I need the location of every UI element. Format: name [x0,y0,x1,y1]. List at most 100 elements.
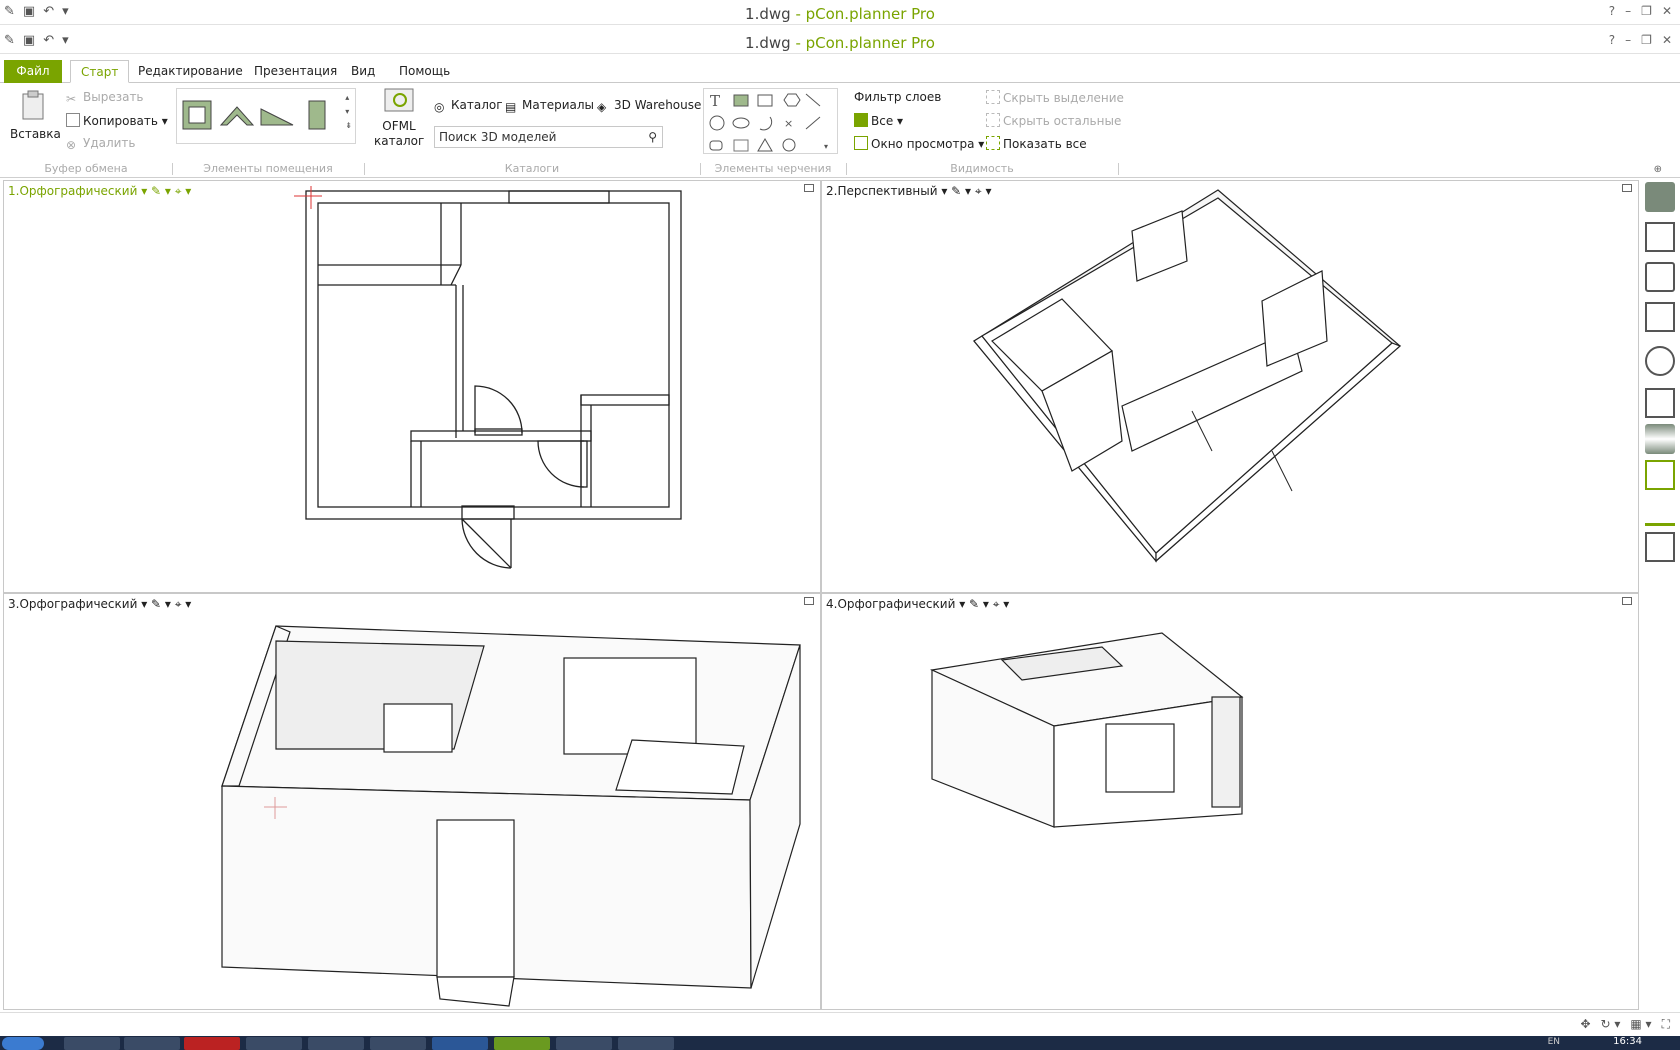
viewport-2[interactable]: 2.Перспективный ▾ ✎ ▾ ⌖ ▾ [821,180,1639,593]
layer-filter-select[interactable]: Все ▾ [854,113,903,128]
room-icon[interactable] [179,95,215,135]
maximize-viewport-icon[interactable] [804,184,814,192]
language-indicator[interactable]: EN [1548,1037,1560,1047]
maximize-viewport-icon[interactable] [804,597,814,605]
gallery-scroll[interactable]: ▴ ▾ ⇟ [345,91,352,133]
minimize-button[interactable]: – [1625,33,1631,47]
materials-label: Материалы [522,98,594,112]
help-button[interactable]: ? [1609,4,1615,18]
visibility-group: Фильтр слоев Все ▾ Окно просмотра ▾ Скры… [846,83,1124,178]
warehouse-button[interactable]: ◈ 3D Warehouse [597,98,701,114]
search-icon[interactable]: ⚲ [648,127,657,147]
move-icon[interactable]: ✥ [1580,1017,1590,1032]
scissors-icon: ✂ [66,92,77,106]
close-button[interactable]: ✕ [1662,33,1672,47]
viewport-4-label[interactable]: 4.Орфографический ▾ ✎ ▾ ⌖ ▾ [826,597,1009,612]
svg-text:T: T [710,92,720,110]
delete-label: Удалить [83,136,136,150]
room-elements-group: ▴ ▾ ⇟ Элементы помещения [172,83,364,178]
room-elements-gallery[interactable]: ▴ ▾ ⇟ [176,88,356,144]
taskbar-app[interactable] [64,1037,120,1050]
title-bar: ✎ ▣ ↶ ▾ 1.dwg - pCon.planner Pro ? – ❐ ✕ [0,29,1680,54]
copy-button[interactable]: Копировать ▾ [66,113,168,128]
tab-view[interactable]: Вид [341,60,385,83]
door-icon[interactable] [299,95,335,135]
tab-start[interactable]: Старт [70,60,130,83]
hide-selection-label: Скрыть выделение [1003,91,1124,105]
delete-icon: ⊗ [66,138,77,152]
grid-tool-icon[interactable] [1645,532,1675,562]
web-search-icon[interactable] [1645,346,1675,376]
search-3d-models-input[interactable]: Поиск 3D моделей ⚲ [434,126,663,148]
taskbar-app[interactable] [432,1037,488,1050]
show-all-button[interactable]: Показать все [986,136,1087,151]
ofml-catalog-button[interactable]: OFML каталог [374,87,424,149]
delete-button[interactable]: ⊗ Удалить [66,136,136,152]
list-icon[interactable] [1645,302,1675,332]
restore-button[interactable]: ❐ [1641,4,1652,18]
tools-icon[interactable] [1645,182,1675,212]
fullscreen-icon[interactable]: ⛶ [1662,1017,1670,1032]
layers-icon[interactable] [1645,424,1675,454]
materials-icon: ▤ [505,100,517,114]
clipboard-icon [22,90,44,120]
viewport-window-button[interactable]: Окно просмотра ▾ [854,136,984,151]
right-toolbar [1640,178,1680,1028]
hide-selection-button[interactable]: Скрыть выделение [986,90,1124,105]
taskbar-app[interactable] [246,1037,302,1050]
viewport-2-label[interactable]: 2.Перспективный ▾ ✎ ▾ ⌖ ▾ [826,184,992,199]
tab-edit[interactable]: Редактирование [128,60,253,83]
paste-label: Вставка [10,127,61,141]
orthographic-view-3 [221,625,801,1007]
drawing-shapes-gallery[interactable]: T × ▾ [703,88,838,154]
catalog-search-icon[interactable] [1645,222,1675,252]
rotate-icon[interactable]: ↻ ▾ [1601,1017,1621,1032]
layout-grid-icon[interactable]: ▦ ▾ [1630,1017,1651,1032]
tab-presentation[interactable]: Презентация [244,60,347,83]
tab-help[interactable]: Помощь [389,60,460,83]
taskbar-app[interactable] [370,1037,426,1050]
search-placeholder: Поиск 3D моделей [439,130,557,144]
cut-label: Вырезать [83,90,144,104]
hide-others-icon [986,113,1000,127]
cut-button[interactable]: ✂ Вырезать [66,90,144,106]
materials-button[interactable]: ▤ Материалы [505,98,594,114]
close-button[interactable]: ✕ [1662,4,1672,18]
taskbar-app[interactable] [556,1037,612,1050]
viewport-4[interactable]: 4.Орфографический ▾ ✎ ▾ ⌖ ▾ [821,593,1639,1010]
box-icon[interactable] [1645,388,1675,418]
ofml-catalog-icon [384,88,414,112]
copy-label: Копировать [83,114,158,128]
paste-button[interactable]: Вставка [10,89,61,141]
maximize-viewport-icon[interactable] [1622,184,1632,192]
settings-icon[interactable] [1645,460,1675,490]
pen-icon[interactable] [1645,496,1675,526]
minimize-button[interactable]: – [1625,4,1631,18]
clock[interactable]: 16:34 [1613,1036,1642,1047]
taskbar-app[interactable] [124,1037,180,1050]
viewport-1[interactable]: 1.Орфографический ▾ ✎ ▾ ⌖ ▾ [3,180,821,593]
viewport-1-label[interactable]: 1.Орфографический ▾ ✎ ▾ ⌖ ▾ [8,184,191,199]
copy-icon [66,113,80,127]
slope-icon[interactable] [259,95,295,135]
taskbar-app[interactable] [308,1037,364,1050]
maximize-viewport-icon[interactable] [1622,597,1632,605]
hide-others-button[interactable]: Скрыть остальные [986,113,1121,128]
roof-icon[interactable] [219,95,255,135]
collapse-ribbon-icon[interactable]: ⊕ [1654,164,1662,175]
tab-file[interactable]: Файл [4,60,62,83]
globe-icon: ◎ [434,100,445,114]
taskbar-app[interactable] [494,1037,550,1050]
objects-icon[interactable] [1645,262,1675,292]
help-button[interactable]: ? [1609,33,1615,47]
viewport-3[interactable]: 3.Орфографический ▾ ✎ ▾ ⌖ ▾ [3,593,821,1010]
floor-plan-drawing [294,186,682,569]
catalog-button[interactable]: ◎ Каталог [434,98,503,114]
hide-others-label: Скрыть остальные [1003,114,1122,128]
taskbar-app[interactable] [618,1037,674,1050]
viewport-3-label[interactable]: 3.Орфографический ▾ ✎ ▾ ⌖ ▾ [8,597,191,612]
viewport-icon [854,136,868,150]
restore-button[interactable]: ❐ [1641,33,1652,47]
taskbar-app[interactable] [184,1037,240,1050]
start-button[interactable] [2,1037,44,1050]
